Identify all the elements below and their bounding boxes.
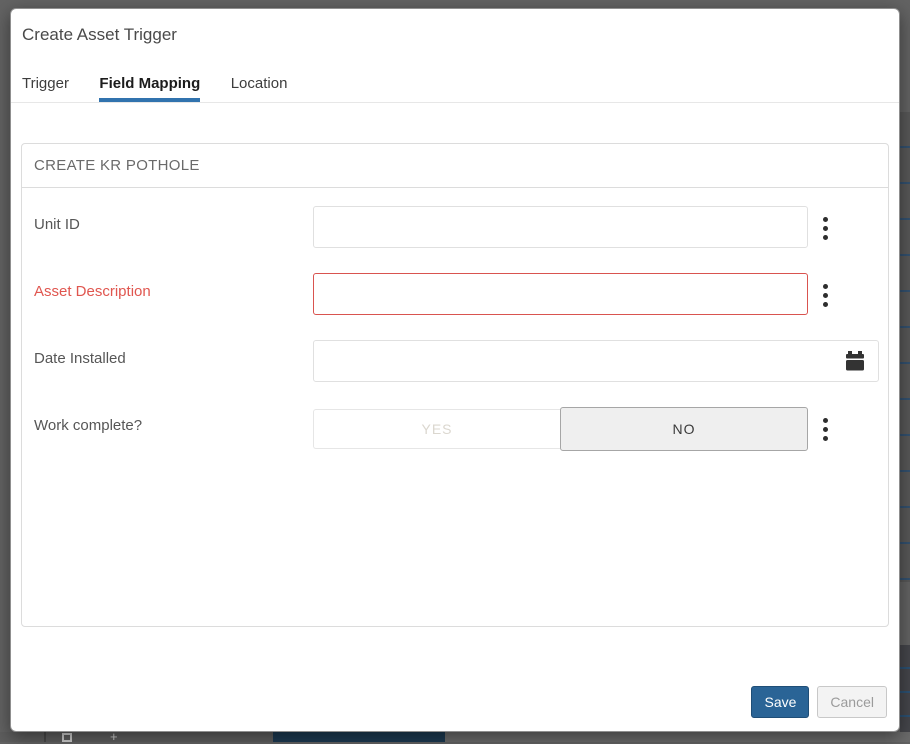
toggle-yes-button[interactable]: YES <box>313 409 560 449</box>
dialog-footer: Save Cancel <box>751 686 887 718</box>
background-table-rows-lower <box>900 645 910 732</box>
toggle-no-button[interactable]: NO <box>560 407 808 451</box>
field-label: Asset Description <box>34 273 313 300</box>
field-mapping-panel: CREATE KR POTHOLE Unit ID Asset Descript… <box>21 143 889 627</box>
calendar-icon[interactable] <box>844 350 866 372</box>
work-complete-toggle: YES NO <box>313 407 808 451</box>
background-bottom-bar: + <box>0 732 910 742</box>
field-row-asset-description: Asset Description <box>34 273 876 315</box>
dialog-tabs: Trigger Field Mapping Location <box>11 75 899 103</box>
field-label: Unit ID <box>34 206 313 233</box>
kebab-menu-icon[interactable] <box>820 417 831 442</box>
field-row-date-installed: Date Installed <box>34 340 876 382</box>
field-label: Work complete? <box>34 407 313 434</box>
background-table-rows <box>900 112 910 582</box>
tab-trigger[interactable]: Trigger <box>22 75 69 102</box>
unit-id-input[interactable] <box>313 206 808 248</box>
background-bottom-right <box>445 732 910 742</box>
save-button[interactable]: Save <box>751 686 809 718</box>
dialog-title: Create Asset Trigger <box>22 25 888 45</box>
tab-location[interactable]: Location <box>231 75 288 102</box>
dialog-body: CREATE KR POTHOLE Unit ID Asset Descript… <box>11 103 899 627</box>
background-divider <box>44 732 46 742</box>
tab-field-mapping[interactable]: Field Mapping <box>99 75 200 102</box>
field-label: Date Installed <box>34 340 313 367</box>
date-field-wrapper <box>313 340 879 382</box>
date-installed-input[interactable] <box>313 340 879 382</box>
panel-title: CREATE KR POTHOLE <box>22 144 888 188</box>
kebab-menu-icon[interactable] <box>820 216 831 241</box>
field-row-unit-id: Unit ID <box>34 206 876 248</box>
asset-description-input[interactable] <box>313 273 808 315</box>
plus-icon: + <box>110 731 118 742</box>
create-asset-trigger-dialog: Create Asset Trigger Trigger Field Mappi… <box>10 8 900 732</box>
background-checkbox <box>62 733 72 742</box>
background-navy-button <box>273 732 445 742</box>
field-row-work-complete: Work complete? YES NO <box>34 407 876 451</box>
cancel-button[interactable]: Cancel <box>817 686 887 718</box>
kebab-menu-icon[interactable] <box>820 283 831 308</box>
dialog-header: Create Asset Trigger <box>11 9 899 45</box>
panel-body: Unit ID Asset Description Date Installed <box>22 188 888 494</box>
